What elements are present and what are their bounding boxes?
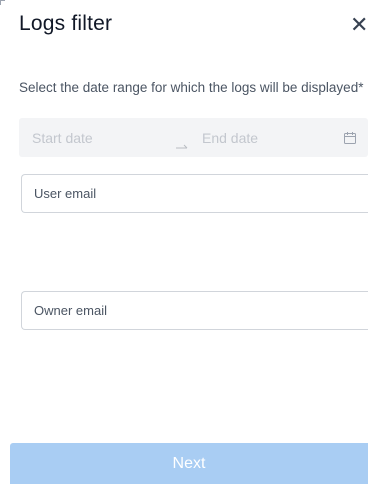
arrow-right-icon [176,137,188,149]
close-icon[interactable]: ✕ [350,14,368,36]
user-email-input[interactable] [34,175,354,212]
logs-filter-modal: Logs filter ✕ Select the date range for … [0,0,368,484]
window-corner [0,0,5,5]
modal-title: Logs filter [19,12,113,35]
date-range-instruction: Select the date range for which the logs… [19,80,364,95]
calendar-icon[interactable] [344,131,356,144]
user-email-field[interactable] [21,174,368,213]
owner-email-input[interactable] [34,292,354,329]
date-range-picker[interactable]: Start date End date [19,118,368,157]
start-date-input[interactable]: Start date [32,130,93,146]
owner-email-field[interactable] [21,291,368,330]
next-button[interactable]: Next [10,443,368,484]
end-date-input[interactable]: End date [202,130,258,146]
